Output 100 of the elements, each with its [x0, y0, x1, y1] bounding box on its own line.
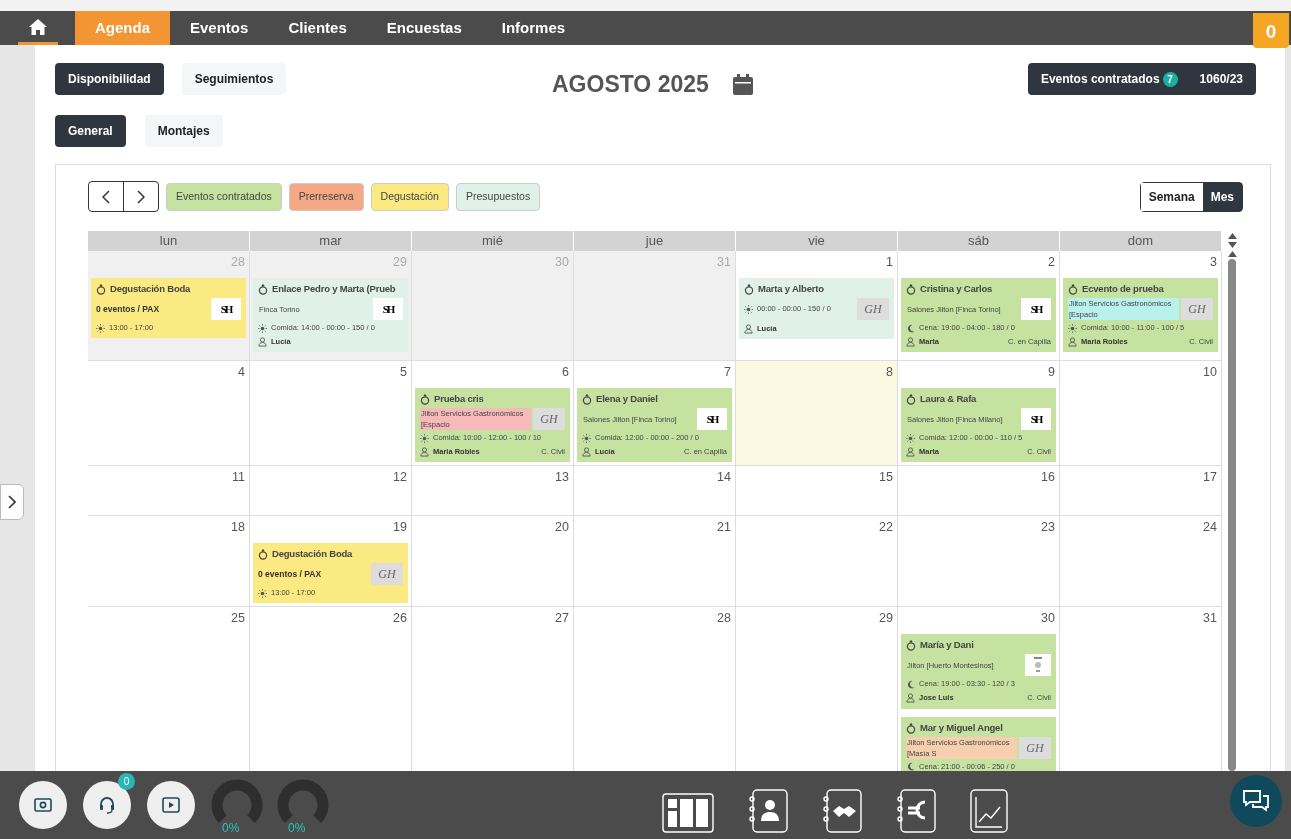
subview-button[interactable]: General: [55, 115, 126, 147]
calendar-button[interactable]: [732, 73, 753, 95]
ring-icon: [744, 283, 754, 295]
subview-button[interactable]: Montajes: [144, 115, 223, 147]
expand-sidebar-button[interactable]: [0, 484, 24, 520]
video-button[interactable]: [147, 781, 195, 829]
nav-tab[interactable]: Eventos: [170, 11, 269, 45]
summary-label: Eventos contratados: [1040, 71, 1160, 88]
day-number: 11: [231, 469, 246, 486]
day-number: 9: [1047, 364, 1056, 380]
venue-logo: SH: [373, 298, 403, 320]
day-number: 25: [230, 610, 246, 627]
day-number: 24: [1202, 519, 1218, 536]
day-number: 29: [392, 254, 408, 270]
nav-tab[interactable]: Clientes: [268, 11, 367, 45]
day-number: 31: [1202, 610, 1218, 627]
day-number: 10: [1202, 364, 1218, 380]
event-subtitle: 0 eventos / PAX: [96, 304, 161, 314]
settings-icon: [34, 796, 52, 814]
day-number: 13: [554, 469, 570, 486]
reports-button[interactable]: [970, 789, 1008, 835]
scrollbar-thumb[interactable]: [1228, 259, 1236, 771]
person-icon: [420, 446, 429, 457]
event-subtitle: 0 eventos / PAX: [258, 569, 323, 580]
view-button[interactable]: Seguimientos: [181, 63, 287, 95]
ring-icon: [1068, 283, 1078, 295]
day-number: 19: [392, 519, 408, 536]
settings-button[interactable]: [19, 781, 67, 829]
ring-icon: [96, 283, 106, 295]
ring-icon: [906, 639, 916, 652]
day-number: 4: [237, 364, 246, 380]
chart-icon: [970, 789, 1008, 835]
chevron-right-icon: [8, 495, 16, 509]
day-number: 29: [878, 610, 894, 627]
day-number: 3: [1209, 254, 1218, 270]
event-title: Degustación Boda: [110, 283, 191, 295]
event-title: Degustación Boda: [272, 548, 353, 561]
view-mode-button[interactable]: Mes: [1202, 182, 1242, 211]
contracted-events-button[interactable]: Eventos contratados 7 1060/23: [1027, 63, 1256, 95]
calendar-icon: [732, 73, 753, 95]
person-icon: [1068, 336, 1077, 347]
home-icon: [29, 18, 47, 35]
legend-label: Eventos contratados: [166, 182, 282, 211]
play-icon: [162, 796, 180, 814]
day-number: 6: [561, 364, 570, 380]
logo-placeholder-icon: [1034, 657, 1042, 674]
venue-logo: SH: [1021, 298, 1051, 320]
ring-icon: [906, 283, 916, 295]
person-icon: [906, 692, 915, 703]
day-number: 23: [1040, 519, 1056, 536]
event-title: Marta y Alberto: [758, 283, 824, 295]
venue-logo: SH: [211, 298, 241, 320]
day-number: 1: [885, 254, 894, 270]
day-number: 15: [878, 469, 894, 486]
event-title: Laura & Rafa: [920, 393, 977, 405]
contacts-button[interactable]: [748, 789, 788, 835]
day-number: 21: [716, 519, 732, 536]
day-number: 14: [716, 469, 732, 486]
day-number: 7: [723, 364, 732, 380]
day-number: 8: [885, 364, 894, 380]
notification-count: 0: [118, 773, 135, 790]
headset-icon: [98, 796, 116, 814]
person-icon: [906, 336, 915, 347]
person-icon: [582, 446, 591, 457]
day-number: 28: [716, 610, 732, 627]
scroll-down-icon: [1227, 242, 1237, 248]
day-number: 2: [1047, 254, 1056, 270]
day-number: 16: [1040, 469, 1056, 486]
nav-tab[interactable]: Encuestas: [366, 11, 482, 45]
day-number: 5: [399, 364, 408, 380]
day-number: 31: [716, 254, 732, 270]
person-icon: [906, 446, 915, 457]
legend-label: Presupuestos: [455, 182, 541, 211]
event-title: Ecvento de prueba: [1082, 283, 1164, 295]
event-title: Enlace Pedro y Marta (Prueb: [272, 283, 396, 295]
legend-label: Prerreserva: [288, 182, 364, 211]
chat-button[interactable]: [1230, 775, 1282, 827]
view-button[interactable]: Disponibilidad: [55, 63, 164, 95]
scrollbar[interactable]: [1225, 231, 1239, 771]
day-number: 27: [554, 610, 570, 627]
venue-logo: GH: [1181, 298, 1213, 320]
legend-label: Degustación: [370, 182, 449, 211]
chat-icon: [1242, 789, 1270, 813]
scroll-up-icon: [1227, 233, 1237, 239]
venue-logo: SH: [1021, 408, 1051, 430]
venue-logo: SH: [697, 408, 727, 430]
venue-logo: GH: [533, 408, 565, 430]
summary-value: 1060/23: [1199, 71, 1243, 88]
ring-icon: [906, 393, 916, 405]
day-number: 26: [392, 610, 408, 627]
nav-tab[interactable]: Informes: [481, 11, 586, 45]
ring-icon: [258, 283, 268, 295]
contact-book-icon: [748, 789, 788, 835]
day-number: 12: [392, 469, 408, 486]
count-badge: 7: [1162, 71, 1178, 87]
person-icon: [744, 323, 753, 334]
event-title: Prueba cris: [434, 393, 484, 405]
ring-icon: [420, 393, 430, 405]
day-number: 20: [554, 519, 570, 536]
chevron-right-icon: [137, 189, 145, 204]
